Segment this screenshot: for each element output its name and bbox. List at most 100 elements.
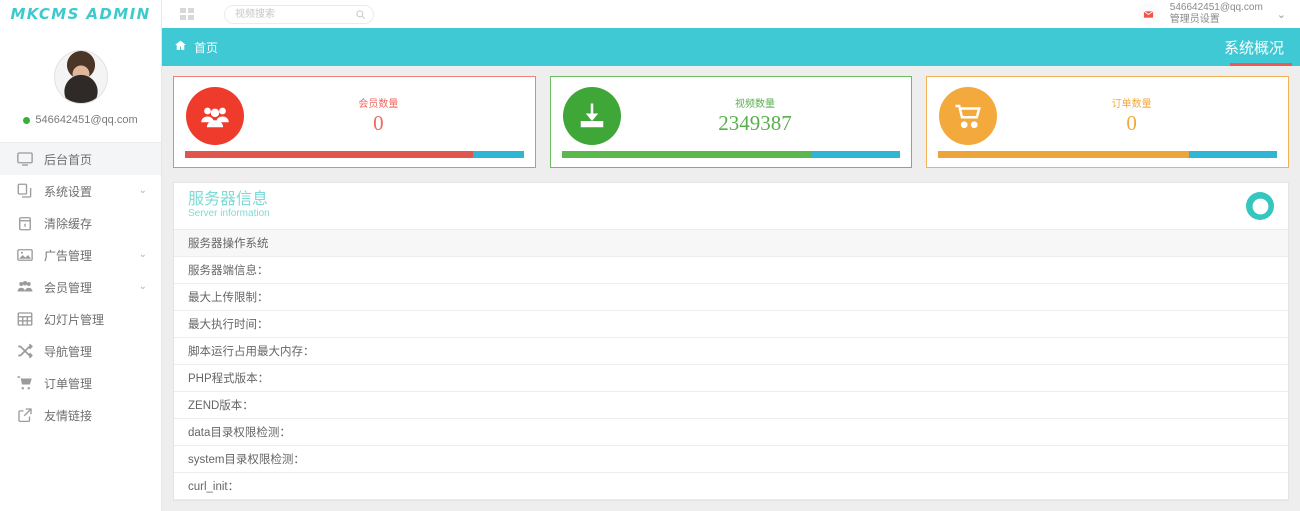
panel-title-cn: 服务器信息 [188,191,269,209]
info-row-label: curl_init： [188,481,240,493]
sidebar-item-label: 订单管理 [44,376,93,391]
info-row: 服务器操作系统 [174,230,1288,257]
main-content: 会员数量 0 视频数量 2349387 订单数量 0 服务器信息 Server … [162,66,1300,511]
sidebar-user: 546642451@qq.com [0,114,161,126]
sidebar-item-label: 系统设置 [44,184,93,199]
info-row-label: 服务器操作系统 [188,238,269,250]
progress-bar-fill [185,151,473,158]
breadcrumb: 首页 系统概况 [162,28,1300,66]
online-status-dot [23,116,31,124]
progress-bar-fill [938,151,1189,158]
topbar: 546642451@qq.com 管理员设置 ⌄ [162,0,1300,28]
sidebar-item-ad-management[interactable]: 广告管理 ⌄ [0,239,161,271]
table-icon [16,311,34,327]
brand-logo[interactable]: MKCMS ADMIN [0,0,161,28]
info-row: data目录权限检测： [174,419,1288,446]
sidebar-item-dashboard[interactable]: 后台首页 [0,143,161,175]
download-icon [562,87,621,145]
grid-icon[interactable] [180,8,194,20]
settings-copy-icon [16,183,34,199]
info-row: 脚本运行占用最大内存： [174,338,1288,365]
sidebar-item-system-settings[interactable]: 系统设置 ⌄ [0,175,161,207]
users-group-icon [186,87,244,145]
sidebar-item-label: 友情链接 [44,408,93,423]
info-row: system目录权限检测： [174,446,1288,473]
stat-card-value: 2349387 [718,111,792,135]
stat-card-label: 订单数量 [1111,99,1152,110]
info-row: PHP程式版本： [174,365,1288,392]
info-row: curl_init： [174,473,1288,500]
cart-icon [16,375,34,391]
users-icon [16,279,34,295]
info-row-label: 最大上传限制： [188,292,269,304]
chevron-down-icon: ⌄ [138,281,147,292]
search-icon[interactable] [355,9,366,20]
info-row: ZEND版本： [174,392,1288,419]
sidebar-profile: 546642451@qq.com [0,28,161,143]
sidebar-item-label: 广告管理 [44,248,93,263]
search-box[interactable] [224,4,374,24]
search-input[interactable] [225,5,373,23]
stat-card-orders[interactable]: 订单数量 0 [926,76,1290,168]
stat-card-label: 会员数量 [358,99,399,110]
image-icon [16,247,34,263]
account-role: 管理员设置 [1169,14,1220,25]
sidebar-item-slideshow-management[interactable]: 幻灯片管理 [0,303,161,335]
info-row-label: ZEND版本： [188,400,254,412]
breadcrumb-home-label: 首页 [194,40,219,55]
sidebar-menu: 后台首页 系统设置 ⌄ 清除缓存 广告管理 ⌄ 会员管理 ⌄ 幻灯片管理 导航管… [0,143,161,431]
panel-header: 服务器信息 Server information [174,183,1288,230]
topbar-right: 546642451@qq.com 管理员设置 ⌄ [1137,2,1300,27]
server-information-panel: 服务器信息 Server information 服务器操作系统 服务器端信息：… [173,182,1289,501]
info-row-label: 脚本运行占用最大内存： [188,346,315,358]
chevron-down-icon: ⌄ [138,185,147,196]
shuffle-icon [16,343,34,359]
info-row: 最大执行时间： [174,311,1288,338]
sidebar-item-clear-cache[interactable]: 清除缓存 [0,207,161,239]
mail-button[interactable] [1137,3,1160,25]
stat-card-videos[interactable]: 视频数量 2349387 [549,76,913,168]
stat-card-label: 视频数量 [735,99,775,110]
cart-icon [939,87,998,145]
sidebar-item-friendly-links[interactable]: 友情链接 [0,399,161,431]
progress-bar [561,151,901,158]
tab-system-overview-label: 系统概况 [1223,39,1284,57]
info-row: 服务器端信息： [174,257,1288,284]
tab-system-overview[interactable]: 系统概况 [1224,28,1300,66]
sidebar-item-order-management[interactable]: 订单管理 [0,367,161,399]
info-row-label: data目录权限检测： [188,427,291,439]
sidebar-item-label: 幻灯片管理 [44,312,105,327]
monitor-icon [16,151,34,167]
info-row: 最大上传限制： [174,284,1288,311]
sidebar: MKCMS ADMIN 546642451@qq.com 后台首页 系统设置 ⌄… [0,0,162,511]
external-link-icon [16,407,34,423]
account-menu[interactable]: 546642451@qq.com 管理员设置 [1170,2,1263,27]
stat-cards: 会员数量 0 视频数量 2349387 订单数量 0 [173,76,1290,168]
sidebar-item-label: 后台首页 [44,152,93,167]
stat-card-value: 0 [373,111,384,135]
info-row-label: system目录权限检测： [188,454,305,466]
account-email: 546642451@qq.com [1169,1,1263,13]
avatar[interactable] [53,50,108,104]
sidebar-item-label: 会员管理 [44,280,93,295]
admin-dashboard: MKCMS ADMIN 546642451@qq.com 后台首页 系统设置 ⌄… [0,0,1300,511]
chevron-down-icon: ⌄ [138,249,147,260]
sidebar-item-navigation-management[interactable]: 导航管理 [0,335,161,367]
tab-active-underline [1229,63,1292,66]
breadcrumb-home[interactable]: 首页 [162,39,218,56]
info-row-label: 服务器端信息： [188,265,269,277]
stat-card-value: 0 [1126,111,1137,135]
panel-title-en: Server information [188,208,270,220]
sidebar-item-label: 导航管理 [44,344,93,359]
chevron-down-icon[interactable]: ⌄ [1277,8,1286,21]
trash-icon [16,215,34,231]
globe-icon [1246,192,1274,220]
progress-bar [938,151,1278,158]
info-row-label: PHP程式版本： [188,373,270,385]
info-row-label: 最大执行时间： [188,319,269,331]
progress-bar [185,151,524,158]
sidebar-user-email: 546642451@qq.com [35,114,138,126]
sidebar-item-member-management[interactable]: 会员管理 ⌄ [0,271,161,303]
stat-card-members[interactable]: 会员数量 0 [173,76,536,168]
home-icon [174,39,187,55]
